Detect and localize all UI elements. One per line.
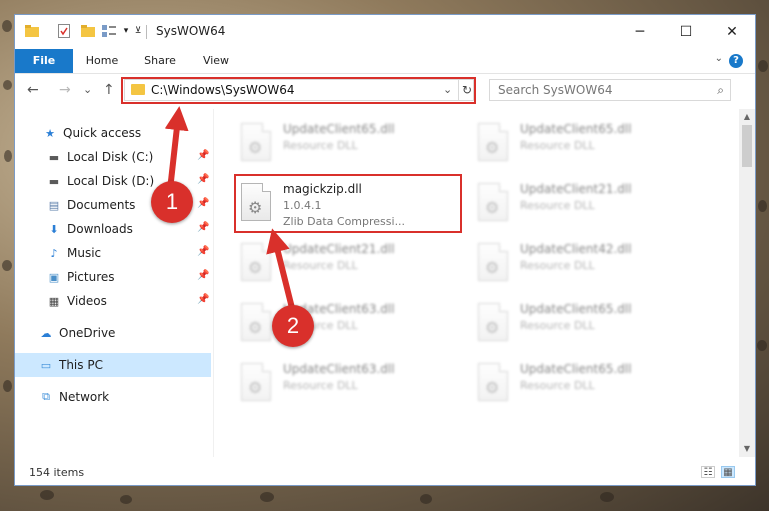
step-1-badge: 1 — [151, 181, 193, 223]
arrow-1 — [164, 106, 189, 191]
arrow-2 — [266, 228, 295, 309]
annotation-arrows — [164, 106, 295, 309]
step-2-badge: 2 — [272, 305, 314, 347]
